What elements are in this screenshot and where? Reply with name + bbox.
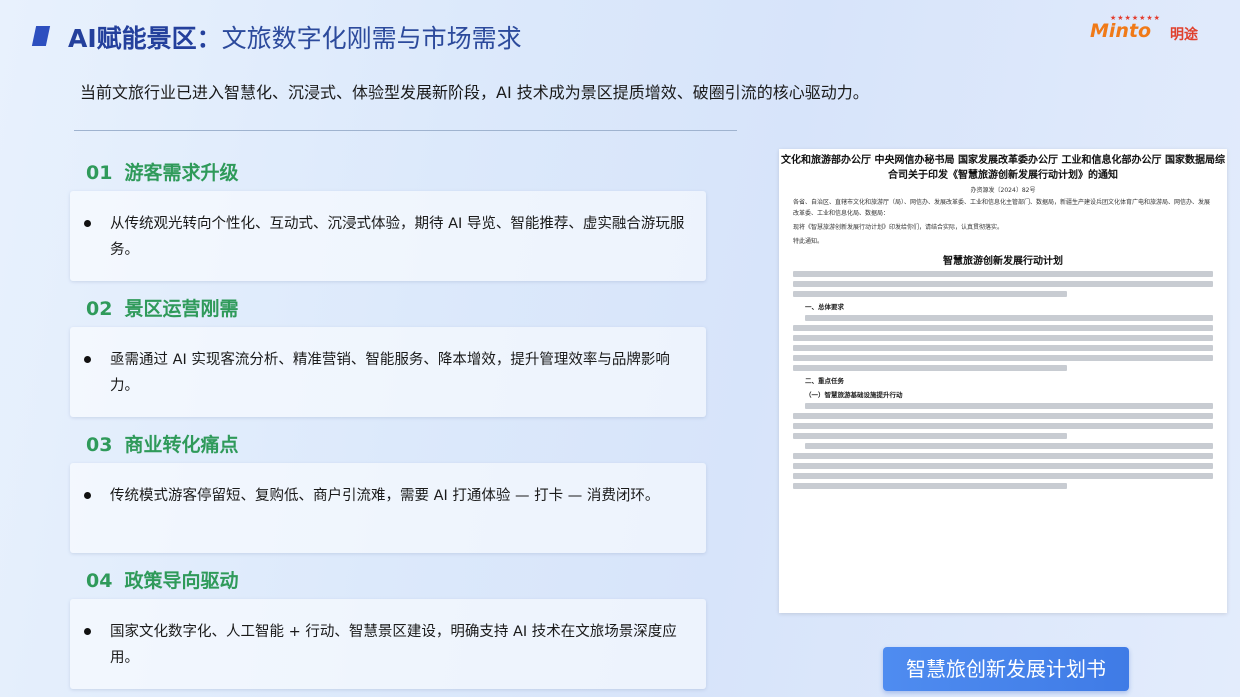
section-card-3: 传统模式游客停留短、复购低、商户引流难，需要 AI 打通体验 — 打卡 — 消费… <box>70 463 706 553</box>
title-accent-bar <box>31 26 51 46</box>
section-heading-3: 03 商业转化痛点 <box>86 430 238 457</box>
section-title: 游客需求升级 <box>124 162 239 184</box>
text-line-placeholder <box>793 355 1213 361</box>
text-line-placeholder <box>793 281 1213 287</box>
text-line-placeholder <box>793 453 1213 459</box>
policy-document-image: 文化和旅游部办公厅 中央网信办秘书局 国家发展改革委办公厅 工业和信息化部办公厅… <box>779 149 1227 613</box>
text-line-placeholder <box>793 413 1213 419</box>
section-card-4: 国家文化数字化、人工智能 + 行动、智慧景区建设，明确支持 AI 技术在文旅场景… <box>70 599 706 689</box>
logo-chinese: 明途 <box>1170 27 1198 43</box>
divider <box>74 130 737 131</box>
section-text: 亟需通过 AI 实现客流分析、精准营销、智能服务、降本增效，提升管理效率与品牌影… <box>110 352 670 394</box>
text-line-placeholder <box>793 365 1067 371</box>
text-line-placeholder <box>793 325 1213 331</box>
section-card-2: 亟需通过 AI 实现客流分析、精准营销、智能服务、降本增效，提升管理效率与品牌影… <box>70 327 706 417</box>
intro-text: 当前文旅行业已进入智慧化、沉浸式、体验型发展新阶段，AI 技术成为景区提质增效、… <box>80 83 869 102</box>
section-number: 04 <box>86 570 113 592</box>
text-line-placeholder <box>793 271 1213 277</box>
bullet-icon <box>84 356 91 363</box>
section-title: 景区运营刚需 <box>124 298 239 320</box>
text-line-placeholder <box>793 483 1067 489</box>
brand-logo: ★★★★★★★ Minto 明途 <box>1090 14 1210 44</box>
section-text: 传统模式游客停留短、复购低、商户引流难，需要 AI 打通体验 — 打卡 — 消费… <box>110 488 660 504</box>
page-title: AI赋能景区：文旅数字化刚需与市场需求 <box>68 22 522 56</box>
text-line-placeholder <box>793 433 1067 439</box>
text-line-placeholder <box>793 335 1213 341</box>
text-line-placeholder <box>793 345 1213 351</box>
section-heading-2: 02 景区运营刚需 <box>86 294 238 321</box>
section-title: 政策导向驱动 <box>124 570 239 592</box>
document-section-1: 一、总体要求 <box>805 303 844 311</box>
section-number: 01 <box>86 162 113 184</box>
text-line-placeholder <box>805 443 1213 449</box>
section-title: 商业转化痛点 <box>124 434 239 456</box>
document-section-2-1: （一）智慧旅游基础设施提升行动 <box>805 391 903 399</box>
text-line-placeholder <box>793 463 1213 469</box>
section-text: 从传统观光转向个性化、互动式、沉浸式体验，期待 AI 导览、智能推荐、虚实融合游… <box>110 216 685 258</box>
document-section-2: 二、重点任务 <box>805 377 844 385</box>
text-line-placeholder <box>805 403 1213 409</box>
section-number: 02 <box>86 298 113 320</box>
section-text: 国家文化数字化、人工智能 + 行动、智慧景区建设，明确支持 AI 技术在文旅场景… <box>110 624 677 666</box>
action-plan-button[interactable]: 智慧旅创新发展计划书 <box>883 647 1129 691</box>
text-line-placeholder <box>805 315 1213 321</box>
text-line-placeholder <box>793 423 1213 429</box>
bullet-icon <box>84 220 91 227</box>
bullet-icon <box>84 628 91 635</box>
document-notice: 现将《智慧旅游创新发展行动计划》印发给你们，请结合实际，认真贯彻落实。 <box>793 224 1004 231</box>
section-card-1: 从传统观光转向个性化、互动式、沉浸式体验，期待 AI 导览、智能推荐、虚实融合游… <box>70 191 706 281</box>
text-line-placeholder <box>793 291 1067 297</box>
document-closing: 特此通知。 <box>793 238 824 245</box>
section-number: 03 <box>86 434 113 456</box>
text-line-placeholder <box>793 473 1213 479</box>
document-recipients: 各省、自治区、直辖市文化和旅游厅（局）、网信办、发展改革委、工业和信息化主管部门… <box>793 199 1211 217</box>
document-ref-number: 办资源发〔2024〕82号 <box>970 187 1036 194</box>
page-title-rest: 文旅数字化刚需与市场需求 <box>221 24 522 53</box>
document-heading: 文化和旅游部办公厅 中央网信办秘书局 国家发展改革委办公厅 工业和信息化部办公厅… <box>781 155 1225 181</box>
bullet-icon <box>84 492 91 499</box>
section-heading-1: 01 游客需求升级 <box>86 158 238 185</box>
section-heading-4: 04 政策导向驱动 <box>86 566 238 593</box>
page-title-bold: AI赋能景区： <box>68 24 222 53</box>
logo-wordmark: Minto <box>1090 20 1152 42</box>
document-plan-title: 智慧旅游创新发展行动计划 <box>943 256 1063 267</box>
